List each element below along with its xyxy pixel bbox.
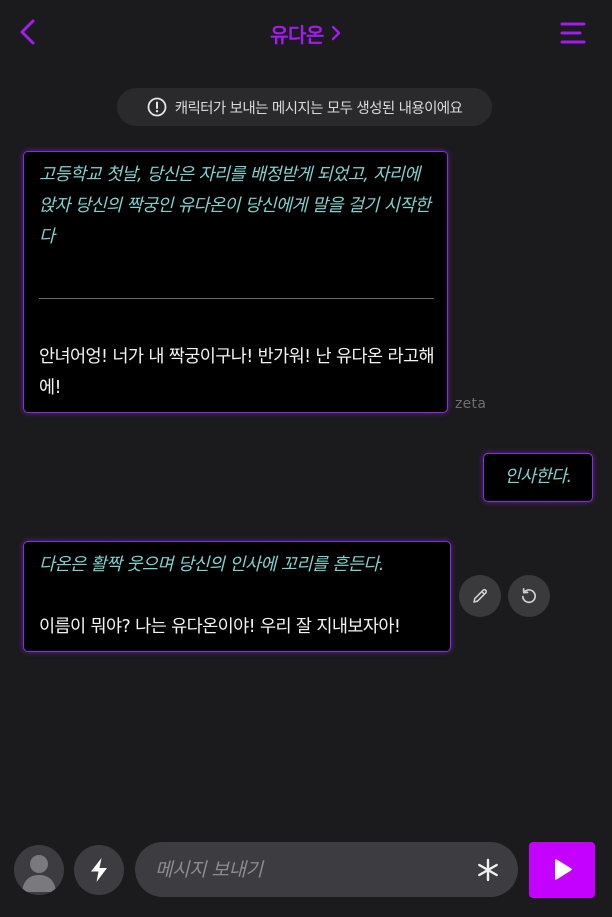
narration-text: 고등학교 첫날, 당신은 자리를 배정받게 되었고, 자리에 앉자 당신의 짝궁… — [39, 165, 431, 247]
ai-notice-banner: 캐릭터가 보내는 메시지는 모두 생성된 내용이에요 — [117, 88, 492, 126]
quick-action-button[interactable] — [74, 845, 124, 895]
model-label: zeta — [455, 396, 487, 412]
lightning-icon — [91, 858, 107, 882]
user-avatar-icon — [22, 855, 56, 892]
user-avatar[interactable] — [14, 845, 64, 895]
narration-text: 다온은 활짝 웃으며 당신의 인사에 꼬리를 흔든다. — [39, 555, 384, 575]
menu-button[interactable] — [558, 18, 590, 48]
refresh-icon — [521, 587, 536, 604]
pencil-icon — [473, 588, 488, 603]
header: 유다온 — [0, 0, 612, 66]
user-message-bubble: 인사한다. — [483, 453, 593, 502]
asterisk-button[interactable] — [475, 857, 501, 883]
user-narration-text: 인사한다. — [504, 467, 573, 487]
speech-text: 안녀어엉! 너가 내 짝궁이구나! 반가워! 난 유다온 라고해에! — [39, 347, 435, 398]
message-divider — [39, 298, 434, 299]
page-title: 유다온 — [270, 22, 324, 47]
regenerate-button[interactable] — [508, 575, 550, 617]
speech-text: 이름이 뭐야? 나는 유다온이야! 우리 잘 지내보자아! — [39, 617, 401, 637]
play-icon — [555, 859, 572, 880]
message-composer — [135, 842, 518, 897]
edit-message-button[interactable] — [459, 575, 501, 617]
chat-screen: 유다온 캐릭터가 보내는 메시지는 모두 생성된 내용이에요 고등학교 첫날, … — [0, 0, 612, 917]
title-area: 유다온 — [0, 0, 612, 66]
notice-text: 캐릭터가 보내는 메시지는 모두 생성된 내용이에요 — [174, 100, 463, 117]
message-input[interactable] — [155, 842, 465, 897]
asterisk-icon — [478, 858, 498, 882]
send-button[interactable] — [529, 842, 595, 898]
menu-icon — [560, 22, 586, 44]
character-title-button[interactable]: 유다온 — [270, 19, 342, 48]
character-message-bubble: 고등학교 첫날, 당신은 자리를 배정받게 되었고, 자리에 앉자 당신의 짝궁… — [23, 151, 448, 413]
exclamation-circle-icon — [147, 97, 167, 117]
chevron-right-icon — [331, 25, 341, 41]
character-message-bubble: 다온은 활짝 웃으며 당신의 인사에 꼬리를 흔든다. 이름이 뭐야? 나는 유… — [23, 541, 451, 652]
